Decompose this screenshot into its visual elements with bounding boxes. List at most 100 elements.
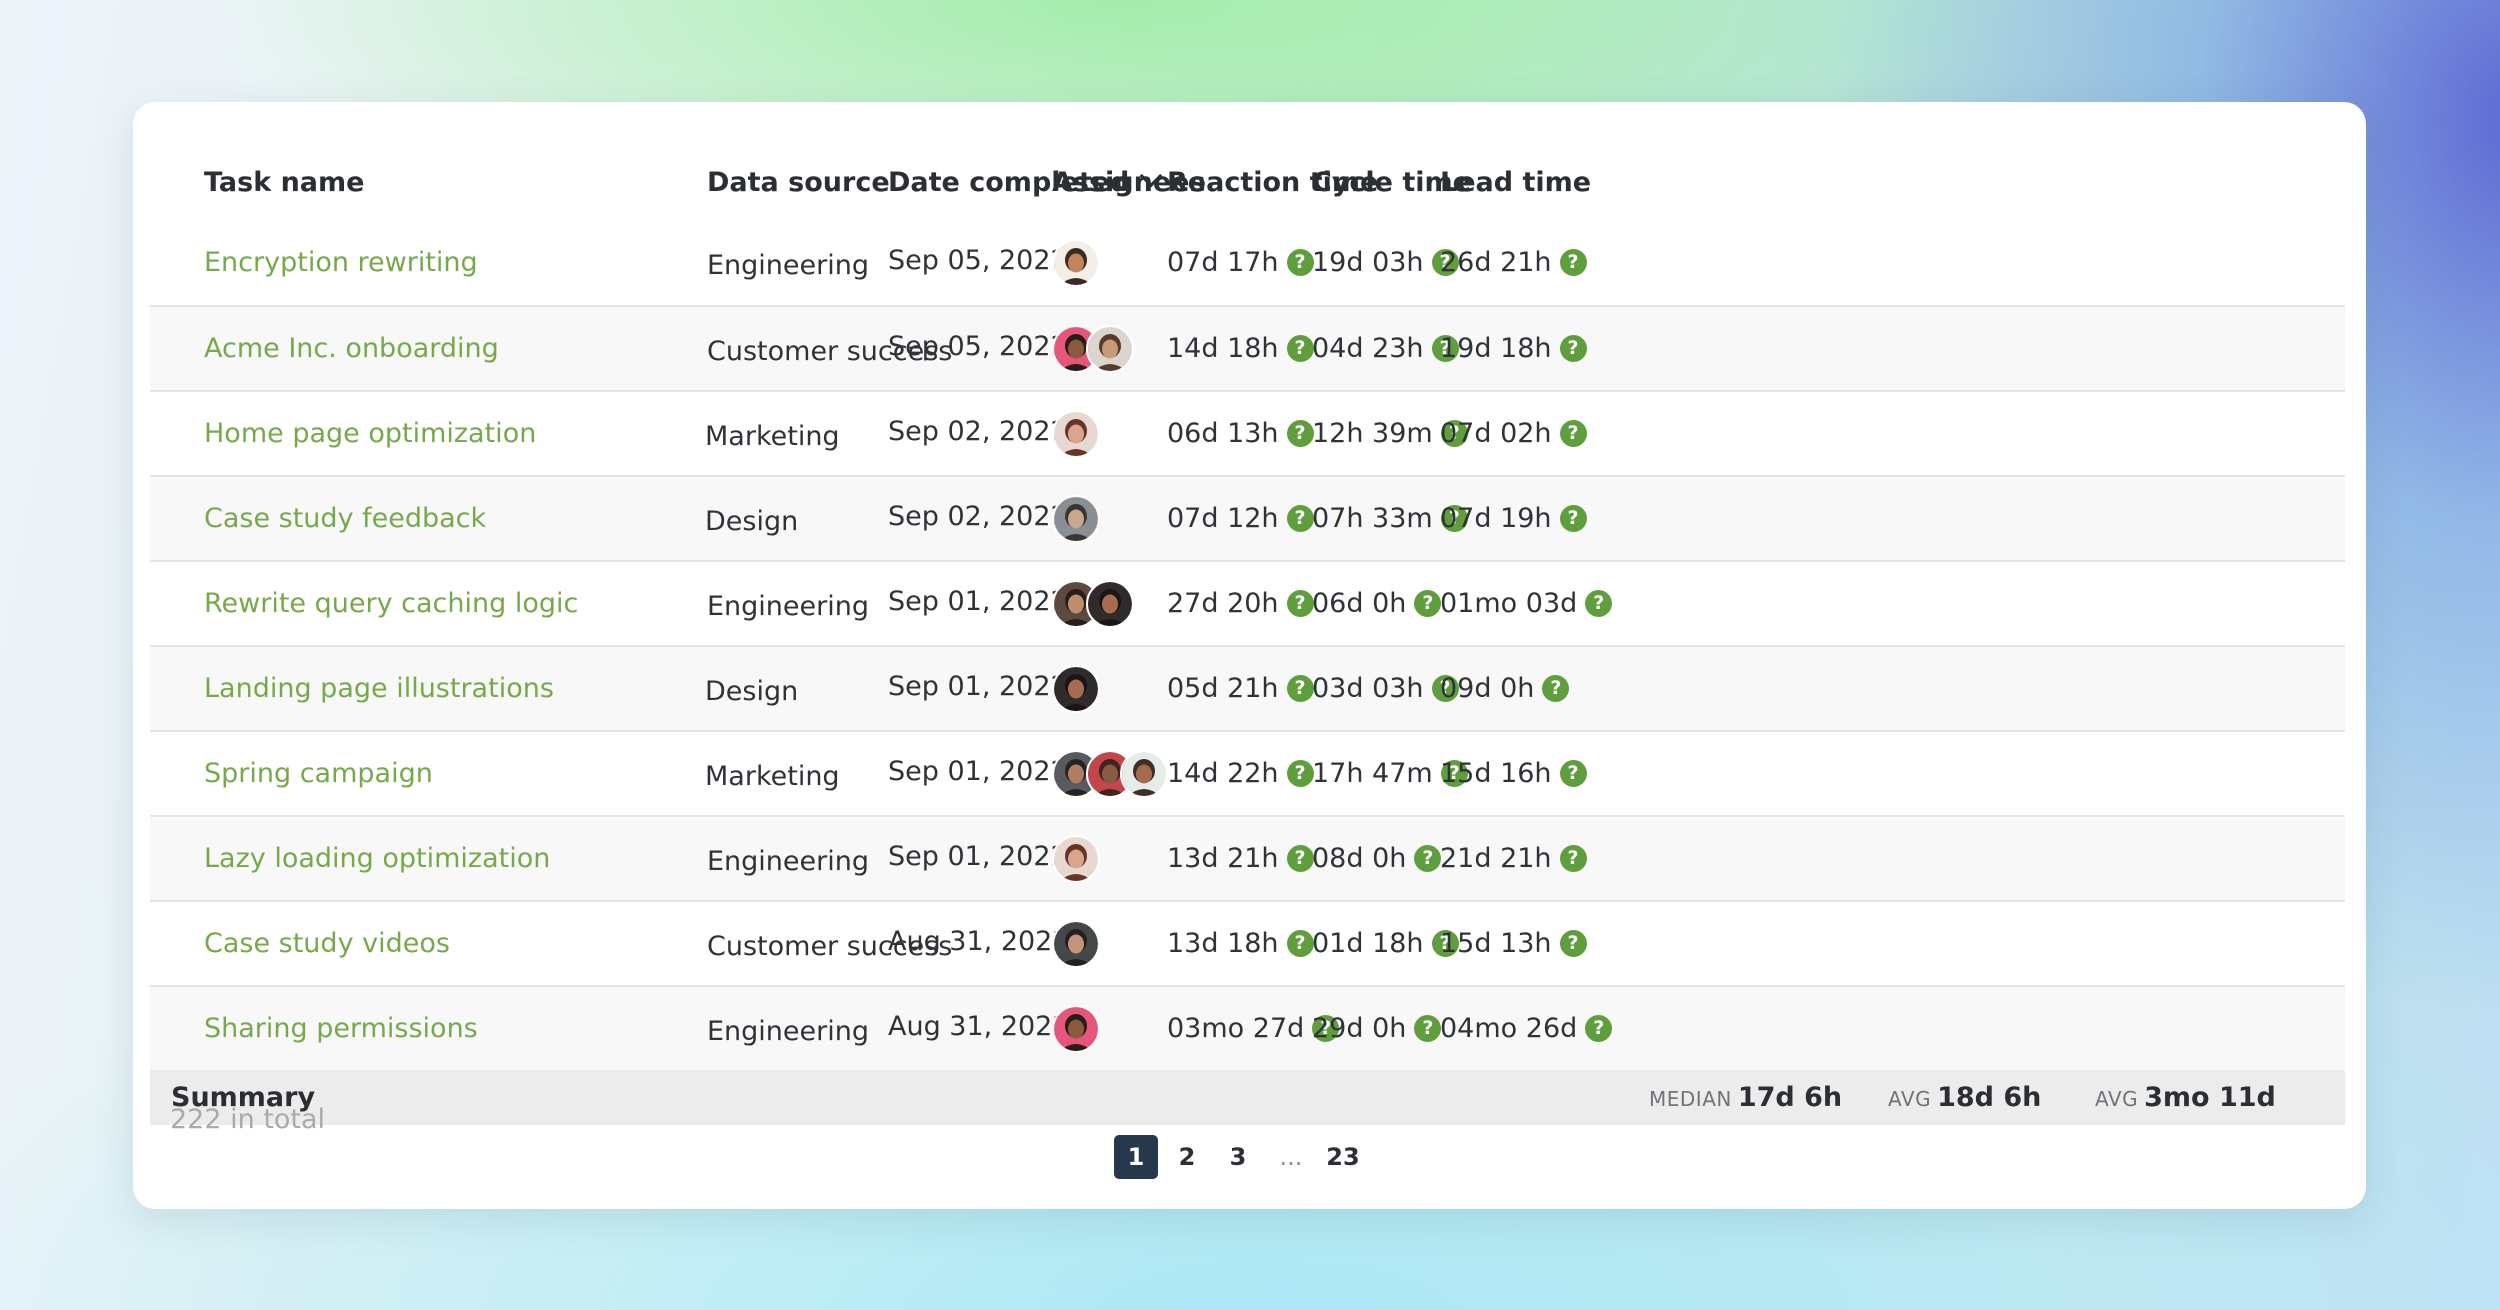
assignees (1052, 902, 1100, 985)
table-row[interactable]: Case study feedback Design Sep 02, 2022 07d… (150, 475, 2345, 560)
avatar[interactable] (1052, 1004, 1100, 1053)
lead-time: 21d 21h? (1440, 817, 1587, 900)
cycle-time: 06d 0h? (1312, 562, 1442, 645)
question-circle-icon[interactable]: ? (1585, 1015, 1613, 1042)
reaction-time: 13d 21h? (1167, 817, 1314, 900)
data-source: Engineering (707, 1016, 869, 1047)
reaction-time: 05d 21h? (1167, 647, 1314, 730)
table-row[interactable]: Spring campaign Marketing Sep 01, 2022 14d … (150, 730, 2345, 815)
avatar[interactable] (1052, 834, 1100, 883)
question-circle-icon[interactable]: ? (1585, 590, 1613, 617)
avatar[interactable] (1052, 494, 1100, 543)
question-circle-icon[interactable]: ? (1559, 249, 1587, 276)
question-circle-icon[interactable]: ? (1286, 675, 1314, 702)
question-circle-icon[interactable]: ? (1286, 845, 1314, 872)
page-button[interactable]: 3 (1216, 1135, 1260, 1179)
table-row[interactable]: Acme Inc. onboarding Customer success Sep … (150, 305, 2345, 390)
table-row[interactable]: Landing page illustrations Design Sep 01, … (150, 645, 2345, 730)
summary-cycle-kind: AVG (1888, 1087, 1932, 1111)
data-source: Marketing (705, 761, 840, 792)
question-circle-icon[interactable]: ? (1559, 760, 1587, 787)
assignees (1052, 392, 1100, 475)
date-completed: Sep 01, 2022 (888, 756, 1068, 787)
question-circle-icon[interactable]: ? (1559, 420, 1587, 447)
lead-time-value: 15d 13h (1440, 928, 1552, 959)
cycle-time: 04d 23h? (1312, 307, 1459, 390)
question-circle-icon[interactable]: ? (1286, 420, 1314, 447)
table-row[interactable]: Lazy loading optimization Engineering Sep … (150, 815, 2345, 900)
task-name-link[interactable]: Acme Inc. onboarding (204, 307, 499, 390)
task-name-link[interactable]: Home page optimization (204, 392, 536, 475)
lead-time-value: 07d 19h (1440, 503, 1552, 534)
summary-lead-kind: AVG (2095, 1087, 2139, 1111)
avatar[interactable] (1052, 409, 1100, 458)
task-table-card: Task name Data source Date completed Ass… (133, 102, 2366, 1209)
reaction-time-value: 03mo 27d (1167, 1013, 1305, 1044)
question-circle-icon[interactable]: ? (1559, 505, 1587, 532)
reaction-time-value: 27d 20h (1167, 588, 1279, 619)
summary-lead-value: 3mo 11d (2144, 1082, 2276, 1113)
table-row[interactable]: Home page optimization Marketing Sep 02, 2… (150, 390, 2345, 475)
question-circle-icon[interactable]: ? (1559, 930, 1587, 957)
lead-time-value: 26d 21h (1440, 247, 1552, 278)
table-row[interactable]: Rewrite query caching logic Engineering Se… (150, 560, 2345, 645)
question-circle-icon[interactable]: ? (1414, 1015, 1442, 1042)
question-circle-icon[interactable]: ? (1286, 249, 1314, 276)
pagination: 1 2 3... 23 (1114, 1135, 1372, 1179)
question-circle-icon[interactable]: ? (1542, 675, 1570, 702)
question-circle-icon[interactable]: ? (1559, 845, 1587, 872)
task-name-link[interactable]: Landing page illustrations (204, 647, 554, 730)
page-button[interactable]: 23 (1321, 1135, 1365, 1179)
avatar[interactable] (1052, 238, 1100, 287)
cycle-time-value: 17h 47m (1312, 758, 1433, 789)
task-name-link[interactable]: Rewrite query caching logic (204, 562, 578, 645)
avatar[interactable] (1120, 749, 1168, 798)
reaction-time-value: 06d 13h (1167, 418, 1279, 449)
table-body: Encryption rewriting Engineering Sep 05, 2… (150, 220, 2345, 1070)
page-button[interactable]: 1 (1114, 1135, 1158, 1179)
date-completed: Sep 05, 2022 (888, 245, 1068, 276)
reaction-time-value: 13d 21h (1167, 843, 1279, 874)
cycle-time: 01d 18h? (1312, 902, 1459, 985)
task-name-link[interactable]: Case study feedback (204, 477, 486, 560)
task-name-link[interactable]: Sharing permissions (204, 987, 478, 1070)
question-circle-icon[interactable]: ? (1286, 335, 1314, 362)
lead-time-value: 21d 21h (1440, 843, 1552, 874)
question-circle-icon[interactable]: ? (1286, 505, 1314, 532)
avatar[interactable] (1052, 664, 1100, 713)
summary-row: Summary MEDIAN 17d 6h AVG 18d 6h AVG 3mo 11… (150, 1070, 2345, 1125)
reaction-time-value: 14d 18h (1167, 333, 1279, 364)
cycle-time-value: 19d 03h (1312, 247, 1424, 278)
cycle-time: 08d 0h? (1312, 817, 1442, 900)
question-circle-icon[interactable]: ? (1286, 760, 1314, 787)
avatar[interactable] (1052, 919, 1100, 968)
question-circle-icon[interactable]: ? (1414, 590, 1442, 617)
summary-cycle-value: 18d 6h (1937, 1082, 2042, 1113)
data-source: Engineering (707, 250, 869, 281)
task-name-link[interactable]: Encryption rewriting (204, 220, 478, 305)
question-circle-icon[interactable]: ? (1414, 845, 1442, 872)
question-circle-icon[interactable]: ? (1286, 590, 1314, 617)
avatar[interactable] (1086, 579, 1134, 628)
date-completed: Sep 05, 2022 (888, 331, 1068, 362)
task-name-link[interactable]: Lazy loading optimization (204, 817, 550, 900)
pagination-ellipsis: ... (1279, 1143, 1303, 1171)
header-lead-time[interactable]: Lead time (1440, 146, 1591, 220)
avatar[interactable] (1086, 324, 1134, 373)
table-row[interactable]: Encryption rewriting Engineering Sep 05, 2… (150, 220, 2345, 305)
header-task-name[interactable]: Task name (204, 146, 364, 220)
task-name-link[interactable]: Case study videos (204, 902, 450, 985)
data-source: Engineering (707, 591, 869, 622)
reaction-time: 27d 20h? (1167, 562, 1314, 645)
task-name-link[interactable]: Spring campaign (204, 732, 433, 815)
page-button[interactable]: 2 (1165, 1135, 1209, 1179)
summary-cycle-time: AVG 18d 6h (1888, 1070, 2041, 1128)
table-row[interactable]: Case study videos Customer success Aug 31,… (150, 900, 2345, 985)
question-circle-icon[interactable]: ? (1559, 335, 1587, 362)
question-circle-icon[interactable]: ? (1286, 930, 1314, 957)
table-row[interactable]: Sharing permissions Engineering Aug 31, 20… (150, 985, 2345, 1070)
date-completed: Aug 31, 2022 (888, 926, 1070, 957)
cycle-time: 29d 0h? (1312, 987, 1442, 1070)
header-data-source[interactable]: Data source (707, 146, 890, 220)
reaction-time-value: 05d 21h (1167, 673, 1279, 704)
